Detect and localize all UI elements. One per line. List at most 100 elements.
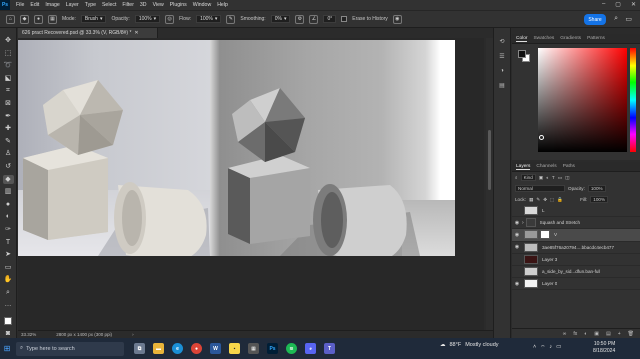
- blend-mode-select[interactable]: Normal: [515, 185, 565, 192]
- eye-icon[interactable]: ◉: [512, 281, 522, 287]
- type-tool-icon[interactable]: T: [3, 238, 14, 247]
- libraries-icon[interactable]: ▤: [499, 82, 505, 89]
- hand-tool-icon[interactable]: ✋: [3, 275, 14, 284]
- chevron-right-icon[interactable]: ›: [522, 220, 524, 226]
- lock-pixels-icon[interactable]: ▦: [529, 197, 533, 203]
- lock-all-icon[interactable]: 🔒: [557, 197, 563, 203]
- add-mask-icon[interactable]: ▣: [594, 331, 599, 337]
- angle-field[interactable]: 0°: [323, 15, 337, 23]
- edge-icon[interactable]: e: [172, 343, 183, 354]
- foreground-color-chip[interactable]: [518, 50, 526, 58]
- blur-tool-icon[interactable]: ●: [3, 200, 14, 209]
- layer-row[interactable]: Layer 3: [512, 254, 640, 266]
- layer-row-selected[interactable]: ◉ V: [512, 229, 640, 242]
- kind-filter-select[interactable]: Kind: [520, 174, 536, 181]
- eyedropper-tool-icon[interactable]: ✒: [3, 112, 14, 121]
- sticky-notes-icon[interactable]: ▪: [229, 343, 240, 354]
- brush-settings-icon[interactable]: ▦: [48, 14, 57, 24]
- airbrush-icon[interactable]: ✎: [226, 14, 236, 24]
- layer-opacity-field[interactable]: 100%: [587, 185, 606, 192]
- fill-field[interactable]: 100%: [590, 196, 609, 203]
- menu-layer[interactable]: Layer: [66, 2, 79, 8]
- maximize-button[interactable]: ▢: [615, 1, 621, 8]
- layer-row[interactable]: a_side_by_sid...dfun.ban-full: [512, 266, 640, 279]
- erase-to-history-checkbox[interactable]: [341, 16, 348, 22]
- crop-tool-icon[interactable]: ⌗: [3, 86, 14, 95]
- menu-select[interactable]: Select: [102, 2, 116, 8]
- layer-row[interactable]: L: [512, 205, 640, 218]
- spotify-icon[interactable]: ≋: [286, 343, 297, 354]
- healing-brush-tool-icon[interactable]: ✚: [3, 124, 14, 133]
- new-group-icon[interactable]: ▤: [606, 331, 611, 337]
- menu-file[interactable]: File: [16, 2, 24, 8]
- smoothing-field[interactable]: 0% ▾: [270, 15, 291, 23]
- layer-group-row[interactable]: ◉ › Squash and Stretch: [512, 217, 640, 230]
- document-tab[interactable]: 626 pract Recovered.psd @ 33.3% (V, RGB/…: [18, 28, 158, 38]
- marquee-tool-icon[interactable]: ⬚: [3, 49, 14, 58]
- hue-slider[interactable]: [630, 48, 636, 152]
- file-explorer-icon[interactable]: ▬: [153, 343, 164, 354]
- filter-pixel-icon[interactable]: ▣: [539, 175, 543, 181]
- frame-tool-icon[interactable]: ⊠: [3, 99, 14, 108]
- close-tab-icon[interactable]: ✕: [134, 30, 138, 36]
- eraser-tool-preset-icon[interactable]: ◆: [20, 14, 29, 24]
- tab-patterns[interactable]: Patterns: [587, 36, 605, 41]
- layer-row[interactable]: ◉ 3ae85f76a20794....bbacdc4ecb477: [512, 242, 640, 254]
- menu-view[interactable]: View: [153, 2, 164, 8]
- tab-swatches[interactable]: Swatches: [533, 36, 554, 41]
- menu-help[interactable]: Help: [217, 2, 228, 8]
- eye-icon[interactable]: ◉: [512, 244, 522, 250]
- trash-icon[interactable]: 🗑: [628, 331, 634, 337]
- adjustments-icon[interactable]: ◑: [500, 68, 504, 74]
- move-tool-icon[interactable]: ✥: [3, 36, 14, 45]
- zoom-tool-icon[interactable]: ⌕: [3, 288, 14, 297]
- word-icon[interactable]: W: [210, 343, 221, 354]
- clone-stamp-tool-icon[interactable]: ♙: [3, 149, 14, 158]
- chevron-up-icon[interactable]: ˄: [533, 344, 536, 351]
- store-icon[interactable]: ▦: [248, 343, 259, 354]
- layer-mask-thumbnail[interactable]: [540, 230, 550, 240]
- brush-preset-icon[interactable]: ●: [34, 14, 43, 24]
- tab-channels[interactable]: Channels: [536, 164, 556, 169]
- scrollbar-thumb[interactable]: [488, 130, 491, 190]
- eraser-tool-icon[interactable]: ◆: [2, 174, 14, 184]
- lock-position-icon[interactable]: ✥: [543, 197, 547, 203]
- layer-row[interactable]: ◉ Layer 0: [512, 278, 640, 291]
- menu-3d[interactable]: 3D: [140, 2, 147, 8]
- smoothing-settings-icon[interactable]: ⚙: [295, 14, 305, 24]
- lock-paint-icon[interactable]: ✎: [536, 197, 540, 203]
- battery-icon[interactable]: ▭: [556, 344, 561, 351]
- menu-plugins[interactable]: Plugins: [170, 2, 187, 8]
- photoshop-taskbar-icon[interactable]: Ps: [267, 343, 278, 354]
- dodge-tool-icon[interactable]: ◐: [3, 212, 14, 221]
- more-tools-icon[interactable]: …: [3, 300, 14, 309]
- properties-icon[interactable]: ☰: [499, 53, 504, 60]
- new-layer-icon[interactable]: +: [618, 331, 621, 337]
- minimize-button[interactable]: –: [602, 1, 605, 8]
- object-select-tool-icon[interactable]: ⬕: [3, 74, 14, 83]
- fx-icon[interactable]: fx: [573, 331, 577, 337]
- pressure-opacity-icon[interactable]: ◎: [165, 14, 175, 24]
- tab-color[interactable]: Color: [516, 36, 528, 42]
- path-selection-tool-icon[interactable]: ➤: [3, 250, 14, 259]
- quick-mask-icon[interactable]: ◙: [3, 329, 14, 338]
- filter-type-icon[interactable]: T: [552, 175, 555, 180]
- tab-gradients[interactable]: Gradients: [560, 36, 581, 41]
- flow-field[interactable]: 100% ▾: [196, 15, 222, 23]
- brush-tool-icon[interactable]: ✎: [3, 137, 14, 146]
- menu-edit[interactable]: Edit: [30, 2, 39, 8]
- filter-smart-object-icon[interactable]: ◫: [565, 175, 569, 181]
- lasso-tool-icon[interactable]: ➰: [3, 61, 14, 70]
- filter-shape-icon[interactable]: ▭: [558, 175, 562, 181]
- windows-start-icon[interactable]: ⊞: [0, 338, 14, 359]
- teams-icon[interactable]: T: [324, 343, 335, 354]
- task-view-icon[interactable]: ⧉: [134, 343, 145, 354]
- weather-widget[interactable]: ☁ 88°F Mostly cloudy: [440, 342, 499, 348]
- lock-artboard-icon[interactable]: ⬚: [550, 197, 554, 203]
- link-layers-icon[interactable]: ∞: [563, 331, 567, 337]
- menu-image[interactable]: Image: [45, 2, 59, 8]
- mode-select[interactable]: Brush ▾: [80, 15, 107, 23]
- pressure-size-icon[interactable]: ◉: [392, 14, 402, 24]
- search-icon[interactable]: ⌕: [614, 15, 618, 23]
- adjustment-layer-icon[interactable]: ◐: [584, 331, 587, 337]
